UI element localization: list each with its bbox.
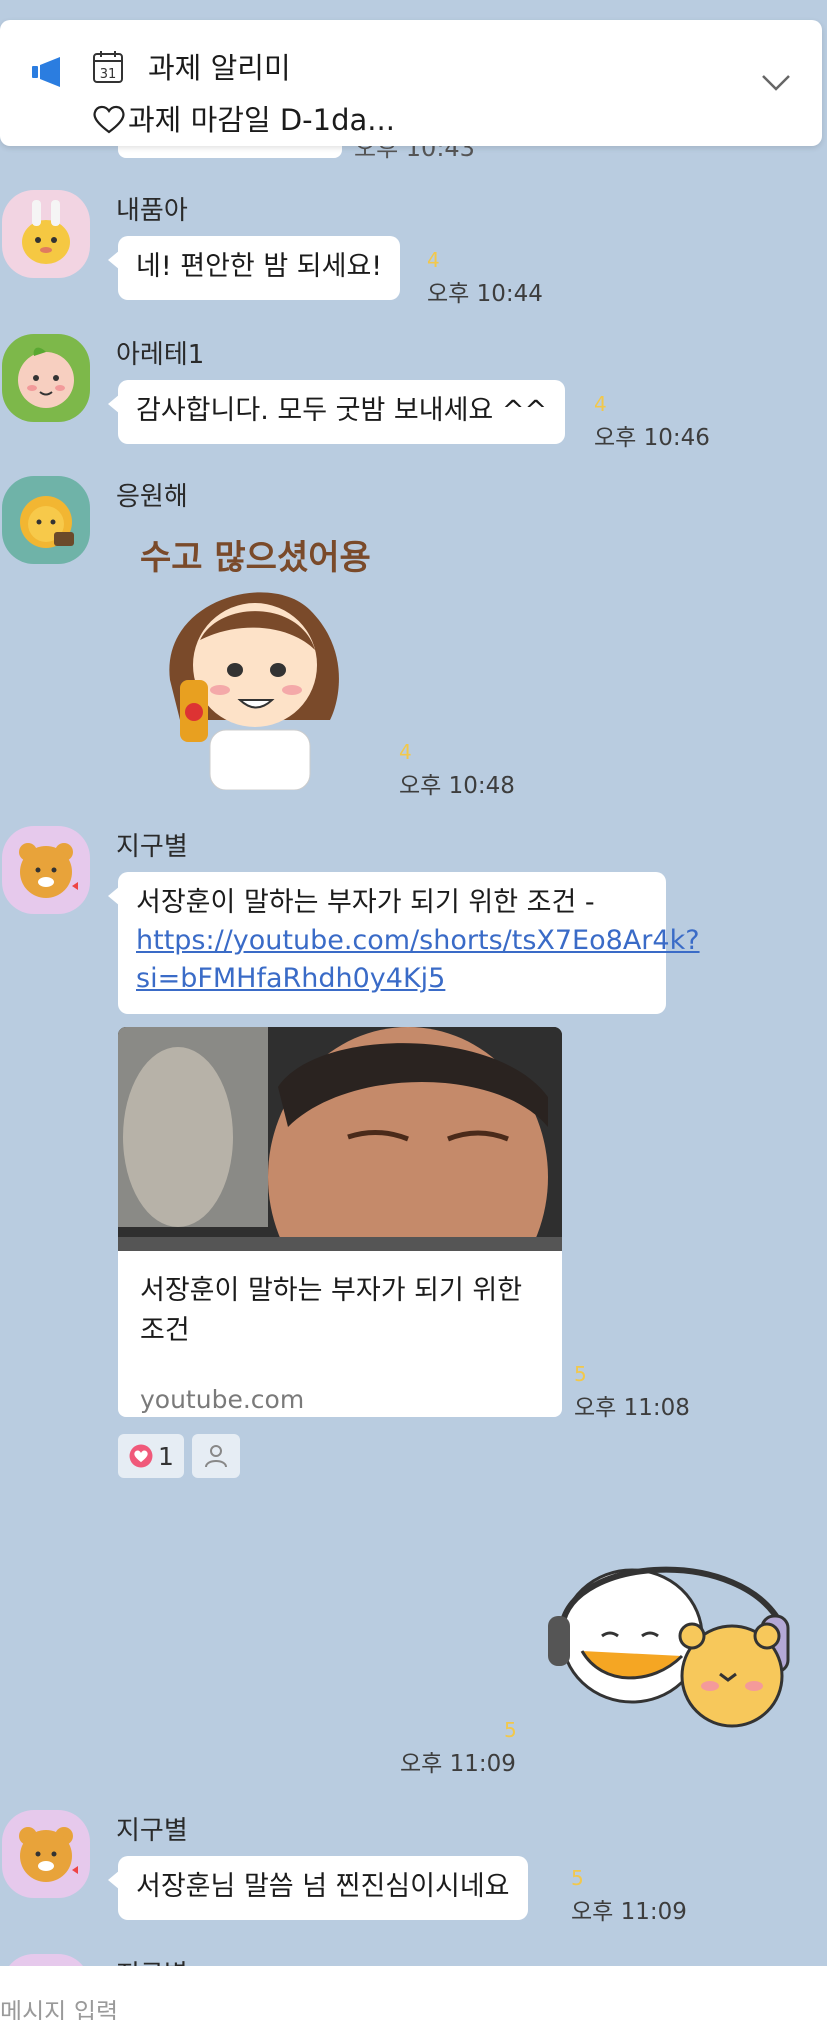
chevron-down-icon[interactable]: [760, 72, 792, 94]
heart-outline-icon: [93, 105, 125, 134]
heart-reaction[interactable]: 1: [118, 1434, 184, 1478]
notice-subtitle: 과제 마감일 D-1da...: [128, 103, 395, 137]
sticker-image[interactable]: [150, 570, 360, 790]
unread-count: 5: [504, 1718, 517, 1742]
message-input-bar[interactable]: 메시지 입력: [0, 1966, 827, 2020]
notice-title: 과제 알리미: [148, 51, 291, 85]
lion-character-icon: [20, 496, 74, 548]
reaction-count: 1: [158, 1441, 174, 1471]
sender-name: 응원해: [116, 482, 188, 512]
avatar[interactable]: [2, 190, 90, 278]
url-link[interactable]: https://youtube.com/shorts/tsX7Eo8Ar4k?: [136, 922, 700, 960]
notice-bar[interactable]: 31 과제 알리미 과제 마감일 D-1da...: [0, 20, 822, 146]
message-time: 오후 11:09: [400, 1751, 516, 1777]
message-input-placeholder: 메시지 입력: [0, 1998, 119, 2020]
sender-name: 내품아: [116, 196, 188, 226]
link-preview-card[interactable]: 서장훈이 말하는 부자가 되기 위한 조건 youtube.com: [118, 1027, 562, 1417]
link-preview-title: 서장훈이 말하는 부자가 되기 위한 조건: [140, 1275, 523, 1346]
ryan-character-icon: [19, 843, 78, 898]
heart-icon: [129, 1444, 153, 1468]
add-reaction-button[interactable]: [192, 1434, 240, 1478]
avatar[interactable]: [2, 334, 90, 422]
avatar[interactable]: [2, 1810, 90, 1898]
message-time: 오후 10:48: [399, 773, 515, 799]
message-bubble[interactable]: 서장훈이 말하는 부자가 되기 위한 조건 - https://youtube.…: [108, 872, 700, 1014]
unread-count: 5: [571, 1866, 584, 1890]
url-link-continued[interactable]: si=bFMHfaRhdh0y4Kj5: [136, 960, 648, 998]
calendar-day: 31: [100, 67, 117, 82]
message-time: 오후 11:09: [571, 1899, 687, 1925]
sender-name: 아레테1: [116, 340, 205, 370]
sender-name: 지구별: [116, 1816, 188, 1846]
message-bubble[interactable]: 네! 편안한 밤 되세요!: [107, 236, 401, 300]
avatar[interactable]: [2, 826, 90, 914]
unread-count: 4: [427, 248, 440, 272]
unread-count: 4: [594, 392, 607, 416]
video-thumbnail: [118, 1027, 562, 1251]
message-bubble[interactable]: 감사합니다. 모두 굿밤 보내세요 ^^: [107, 380, 566, 444]
sticker-image[interactable]: [542, 1556, 792, 1736]
unread-count: 4: [399, 740, 412, 764]
message-time: 오후 11:08: [574, 1395, 690, 1421]
message-time: 오후 10:44: [427, 281, 543, 307]
megaphone-icon: [32, 57, 60, 87]
unread-count: 5: [574, 1362, 587, 1386]
message-bubble[interactable]: 서장훈님 말씀 넘 찐진심이시네요: [108, 1856, 528, 1920]
link-preview-domain: youtube.com: [140, 1385, 305, 1414]
ryan-character-icon: [19, 1827, 78, 1882]
message-time: 오후 10:46: [594, 425, 710, 451]
avatar[interactable]: [2, 476, 90, 564]
sender-name: 지구별: [116, 832, 188, 862]
bunny-character-icon: [22, 200, 70, 264]
calendar-icon: 31: [93, 51, 123, 83]
peach-character-icon: [18, 347, 74, 408]
message-text: 서장훈이 말하는 부자가 되기 위한 조건 -: [136, 887, 595, 918]
person-icon: [205, 1445, 227, 1468]
